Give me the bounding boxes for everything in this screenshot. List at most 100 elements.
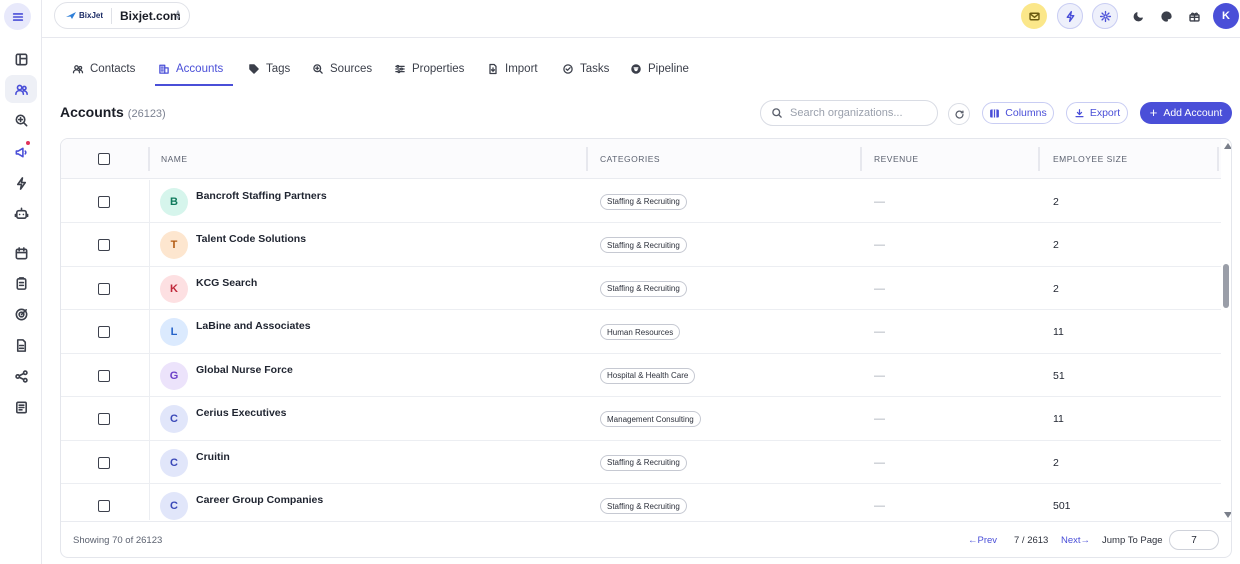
table-row[interactable]: C Cruitin Staffing & Recruiting — 2 [61, 441, 1221, 484]
column-header-employee-size[interactable]: EMPLOYEE SIZE [1053, 139, 1128, 179]
gear-icon [1099, 10, 1111, 22]
tab-accounts[interactable]: Accounts [154, 52, 234, 86]
table-row[interactable]: B Bancroft Staffing Partners Staffing & Re… [61, 180, 1221, 223]
revenue-value: — [874, 239, 885, 251]
rail-clipboard-button[interactable] [5, 269, 37, 297]
revenue-cell: — [874, 398, 885, 441]
rail-document-button[interactable] [5, 331, 37, 359]
category-cell: Staffing & Recruiting [600, 267, 687, 310]
column-header-name[interactable]: NAME [161, 139, 188, 179]
row-checkbox[interactable] [98, 195, 110, 208]
column-header-revenue[interactable]: REVENUE [874, 139, 919, 179]
account-name[interactable]: Cruitin [196, 451, 230, 463]
table-row[interactable]: T Talent Code Solutions Staffing & Recruit… [61, 224, 1221, 267]
account-name[interactable]: LaBine and Associates [196, 320, 311, 332]
column-divider[interactable] [1038, 147, 1040, 171]
export-button[interactable]: Export [1066, 102, 1128, 124]
account-name-cell[interactable]: B Bancroft Staffing Partners [160, 180, 327, 223]
account-name[interactable]: Bancroft Staffing Partners [196, 190, 327, 202]
columns-button[interactable]: Columns [982, 102, 1054, 124]
tab-tasks[interactable]: Tasks [562, 52, 609, 86]
tab-import[interactable]: Import [487, 52, 538, 86]
column-header-categories[interactable]: CATEGORIES [600, 139, 660, 179]
employee-size-cell: 2 [1053, 180, 1059, 223]
rail-contacts-button[interactable] [5, 75, 37, 103]
row-checkbox[interactable] [98, 456, 110, 469]
search-input[interactable] [790, 107, 930, 119]
account-name[interactable]: Talent Code Solutions [196, 233, 306, 245]
account-avatar: C [160, 492, 188, 520]
jump-to-page-label: Jump To Page [1102, 535, 1163, 546]
category-chip: Staffing & Recruiting [600, 193, 687, 210]
source-search-icon [15, 114, 27, 126]
account-name[interactable]: Cerius Executives [196, 407, 286, 419]
row-checkbox[interactable] [98, 282, 110, 295]
account-name-cell[interactable]: L LaBine and Associates [160, 311, 311, 354]
columns-icon [990, 108, 1000, 118]
account-name-cell[interactable]: K KCG Search [160, 267, 257, 310]
tab-properties[interactable]: Properties [394, 52, 464, 86]
revenue-cell: — [874, 354, 885, 397]
tab-sources[interactable]: Sources [312, 52, 372, 86]
rail-campaigns-button[interactable] [5, 138, 37, 166]
quick-actions-button[interactable] [1057, 3, 1083, 29]
account-name[interactable]: Career Group Companies [196, 494, 323, 506]
account-name-cell[interactable]: T Talent Code Solutions [160, 224, 306, 267]
rail-bot-button[interactable] [5, 199, 37, 227]
tab-pipeline[interactable]: Pipeline [630, 52, 689, 86]
column-divider[interactable] [586, 147, 588, 171]
tab-contacts[interactable]: Contacts [72, 52, 135, 86]
next-page-link[interactable]: Next→ [1061, 535, 1090, 546]
table-row[interactable]: L LaBine and Associates Human Resources — 11 [61, 311, 1221, 354]
revenue-value: — [874, 195, 885, 208]
theme-button[interactable] [1153, 3, 1179, 29]
mail-button[interactable] [1021, 3, 1047, 29]
account-name-cell[interactable]: G Global Nurse Force [160, 354, 293, 397]
user-avatar[interactable]: K [1213, 3, 1239, 29]
rail-dashboard-button[interactable] [5, 45, 37, 73]
prev-page-link[interactable]: ←Prev [968, 535, 997, 546]
tab-tags[interactable]: Tags [248, 52, 290, 86]
row-checkbox[interactable] [98, 500, 110, 512]
org-switcher[interactable]: BixJet Bixjet.com ▴ ▾ [54, 2, 190, 29]
menu-button[interactable] [4, 3, 31, 30]
table-row[interactable]: C Career Group Companies Staffing & Recrui… [61, 485, 1221, 520]
rail-share-button[interactable] [5, 362, 37, 390]
column-divider[interactable] [1217, 147, 1219, 171]
rail-calendar-button[interactable] [5, 239, 37, 267]
rail-search-button[interactable] [5, 106, 37, 134]
table-scrollbar[interactable] [1221, 139, 1231, 521]
account-name-cell[interactable]: C Cerius Executives [160, 398, 286, 441]
account-name-cell[interactable]: C Cruitin [160, 441, 230, 484]
row-checkbox[interactable] [98, 369, 110, 382]
scroll-thumb[interactable] [1223, 264, 1229, 308]
row-checkbox[interactable] [98, 413, 110, 425]
table-row[interactable]: K KCG Search Staffing & Recruiting — 2 [61, 267, 1221, 310]
account-name[interactable]: KCG Search [196, 277, 257, 289]
row-checkbox[interactable] [98, 239, 110, 251]
scroll-down-arrow[interactable] [1224, 512, 1231, 518]
org-logo: BixJet [65, 11, 103, 20]
gift-button[interactable] [1181, 3, 1207, 29]
settings-button[interactable] [1092, 3, 1118, 29]
row-checkbox[interactable] [98, 326, 110, 338]
rail-automation-button[interactable] [5, 169, 37, 197]
rail-reports-button[interactable] [5, 393, 37, 421]
refresh-button[interactable] [948, 103, 970, 125]
rail-target-button[interactable] [5, 300, 37, 328]
jump-to-page-input[interactable] [1169, 530, 1219, 550]
table-body: B Bancroft Staffing Partners Staffing & Re… [61, 180, 1221, 520]
add-account-button[interactable]: + Add Account [1140, 102, 1232, 124]
account-name-cell[interactable]: C Career Group Companies [160, 485, 323, 520]
employee-size-cell: 11 [1053, 398, 1064, 441]
column-divider[interactable] [860, 147, 862, 171]
select-all-checkbox[interactable] [98, 153, 110, 165]
share-icon [14, 369, 28, 383]
account-avatar: B [160, 187, 188, 216]
dark-mode-button[interactable] [1125, 3, 1151, 29]
scroll-up-arrow[interactable] [1224, 143, 1231, 149]
table-row[interactable]: C Cerius Executives Management Consulting —… [61, 398, 1221, 441]
tab-label: Pipeline [648, 63, 689, 75]
account-name[interactable]: Global Nurse Force [196, 364, 293, 376]
table-row[interactable]: G Global Nurse Force Hospital & Health Car… [61, 354, 1221, 397]
